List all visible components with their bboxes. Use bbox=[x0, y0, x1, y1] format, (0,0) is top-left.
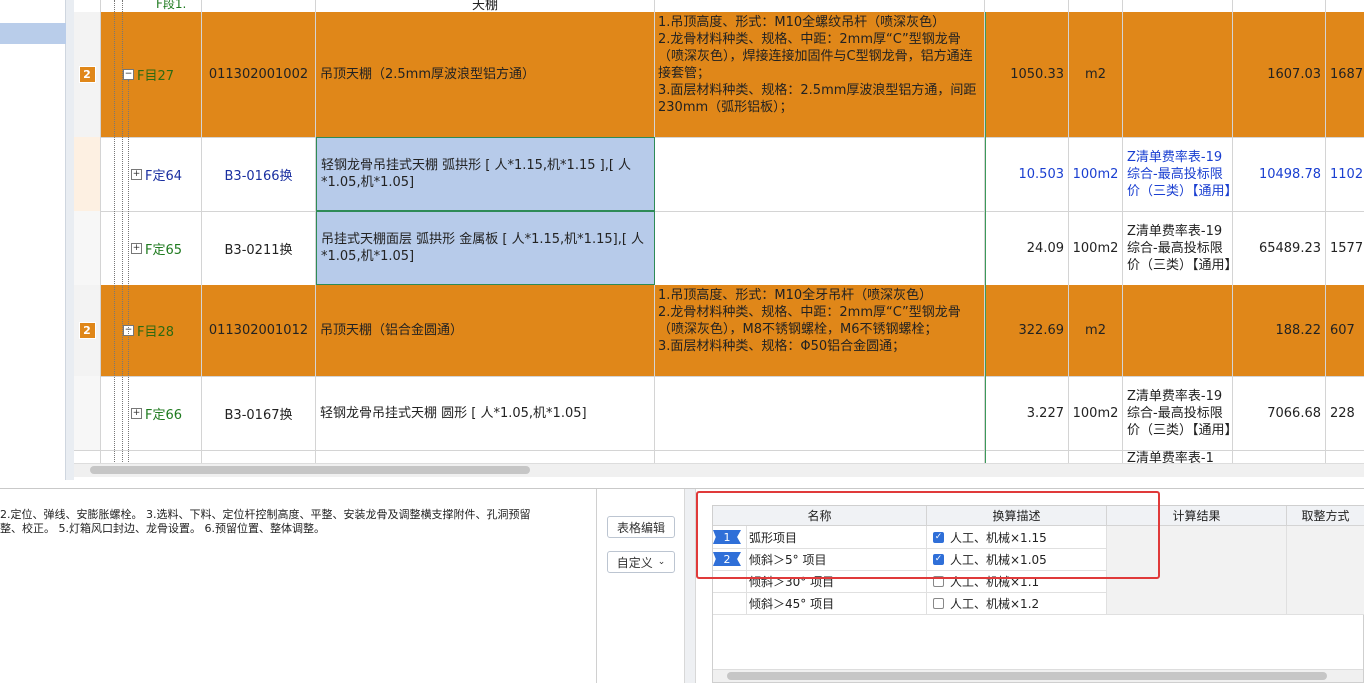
table-row-quota[interactable]: + F定66 B3-0167换 轻钢龙骨吊挂式天棚 圆形 [ 人*1.05,机*1… bbox=[74, 376, 1364, 451]
row-desc: 1.吊顶高度、形式：M10全牙吊杆（喷深灰色） 2.龙骨材料种类、规格、中距：2… bbox=[655, 285, 985, 376]
row-unit: m2 bbox=[1085, 67, 1106, 82]
table-row-quota[interactable]: + F定65 B3-0211换 吊挂式天棚面层 弧拱形 金属板 [ 人*1.15,… bbox=[74, 211, 1364, 286]
row-qty: 1050.33 bbox=[1010, 67, 1064, 82]
row-total: 228 bbox=[1330, 405, 1355, 421]
row-checkbox[interactable] bbox=[933, 597, 944, 609]
row-code: F定65 bbox=[145, 242, 183, 258]
row-price: 10498.78 bbox=[1258, 166, 1321, 182]
row-name: 天棚 bbox=[471, 0, 498, 12]
row-unit: m2 bbox=[1085, 323, 1106, 338]
tree-line bbox=[122, 0, 123, 470]
row-qty: 24.09 bbox=[1026, 240, 1064, 256]
table-edit-button[interactable]: 表格编辑 bbox=[607, 516, 675, 538]
row-desc: 1.吊顶高度、形式：M10全螺纹吊杆（喷深灰色） 2.龙骨材料种类、规格、中距：… bbox=[655, 12, 985, 137]
table-row-bill-item[interactable]: 2 − F目27 011302001002 吊顶天棚（2.5mm厚波浪型铝方通） … bbox=[74, 12, 1364, 138]
row-code: F定66 bbox=[145, 407, 183, 423]
row-total: 16879 bbox=[1330, 67, 1364, 82]
chevron-down-icon: ⌄ bbox=[657, 557, 666, 567]
row-price: 7066.68 bbox=[1267, 405, 1321, 421]
expand-icon[interactable]: + bbox=[131, 242, 142, 254]
row-qty: 10.503 bbox=[1018, 166, 1065, 182]
row-fee-table: Z清单费率表-19综合-最高投标限价（三类）【通用】 bbox=[1127, 149, 1233, 199]
row-code: F段1. bbox=[156, 0, 187, 11]
expand-icon[interactable]: + bbox=[131, 168, 142, 180]
row-number: B3-0211换 bbox=[224, 242, 293, 258]
row-number: 011302001002 bbox=[208, 67, 309, 82]
level-badge: 2 bbox=[78, 66, 96, 83]
collapse-icon[interactable]: − bbox=[123, 69, 134, 80]
bill-grid: F段1. 天棚 2 − F目27 011302001002 吊顶天棚（2.5mm厚… bbox=[74, 0, 1364, 470]
row-total: 1102 bbox=[1330, 166, 1364, 182]
column-header-rounding: 取整方式 bbox=[1287, 506, 1364, 526]
left-tree-pane bbox=[0, 0, 66, 480]
custom-dropdown[interactable]: 自定义 ⌄ bbox=[607, 551, 675, 573]
row-code: F定64 bbox=[145, 168, 183, 184]
row-unit: 100m2 bbox=[1072, 405, 1119, 421]
row-fee-table: Z清单费率表-19综合-最高投标限价（三类）【通用】 bbox=[1127, 223, 1233, 273]
pane-splitter[interactable] bbox=[66, 0, 74, 480]
tree-line bbox=[128, 80, 129, 470]
row-price: 188.22 bbox=[1275, 323, 1322, 338]
row-total: 607 bbox=[1330, 323, 1355, 338]
row-number: B3-0166换 bbox=[224, 168, 293, 184]
row-qty: 322.69 bbox=[1018, 323, 1065, 338]
table-row-quota[interactable]: + F定64 B3-0166换 轻钢龙骨吊挂式天棚 弧拱形 [ 人*1.15,机*… bbox=[74, 137, 1364, 212]
level-badge: 2 bbox=[78, 322, 96, 339]
annotation-highlight-box bbox=[696, 491, 1160, 579]
row-unit: 100m2 bbox=[1072, 240, 1119, 256]
grid-scrollbar-thumb[interactable] bbox=[90, 466, 530, 474]
row-number: 011302001012 bbox=[208, 323, 309, 338]
row-number: B3-0167换 bbox=[224, 407, 293, 423]
sub-table-scrollbar-thumb[interactable] bbox=[727, 672, 1327, 680]
row-name: 吊顶天棚（2.5mm厚波浪型铝方通） bbox=[320, 67, 536, 82]
custom-dropdown-label: 自定义 bbox=[616, 555, 653, 570]
row-price: 65489.23 bbox=[1258, 240, 1321, 256]
row-code: F目27 bbox=[137, 69, 175, 84]
row-fee-table: Z清单费率表-19综合-最高投标限价（三类）【通用】 bbox=[1127, 388, 1233, 438]
expand-icon[interactable]: + bbox=[131, 407, 142, 419]
row-price: 1607.03 bbox=[1267, 67, 1321, 82]
row-name: 吊顶天棚（铝合金圆通） bbox=[320, 323, 464, 338]
panel-splitter[interactable] bbox=[684, 489, 696, 683]
row-desc: 人工、机械×1.2 bbox=[950, 596, 1040, 611]
panel-divider bbox=[596, 489, 597, 683]
tree-line bbox=[114, 0, 115, 470]
row-unit: 100m2 bbox=[1072, 166, 1119, 182]
table-row-bill-item[interactable]: 2 − F目28 011302001012 吊顶天棚（铝合金圆通） 1.吊顶高度、… bbox=[74, 285, 1364, 377]
row-qty: 3.227 bbox=[1026, 405, 1064, 421]
work-content-text: 2.定位、弹线、安膨胀螺栓。 3.选料、下料、定位杆控制高度、平整、安装龙骨及调… bbox=[0, 508, 531, 535]
row-name: 轻钢龙骨吊挂式天棚 弧拱形 [ 人*1.15,机*1.15 ],[ 人*1.05… bbox=[321, 158, 632, 190]
row-total: 15776 bbox=[1330, 240, 1364, 256]
row-name: 倾斜＞45° 项目 bbox=[749, 596, 835, 611]
row-name: 轻钢龙骨吊挂式天棚 圆形 [ 人*1.05,机*1.05] bbox=[320, 405, 587, 421]
row-code: F目28 bbox=[137, 325, 175, 340]
row-name: 吊挂式天棚面层 弧拱形 金属板 [ 人*1.15,机*1.15],[ 人*1.0… bbox=[321, 232, 645, 264]
table-row[interactable]: 倾斜＞45° 项目 人工、机械×1.2 bbox=[713, 592, 1364, 615]
left-tree-selected-item[interactable] bbox=[0, 23, 66, 44]
